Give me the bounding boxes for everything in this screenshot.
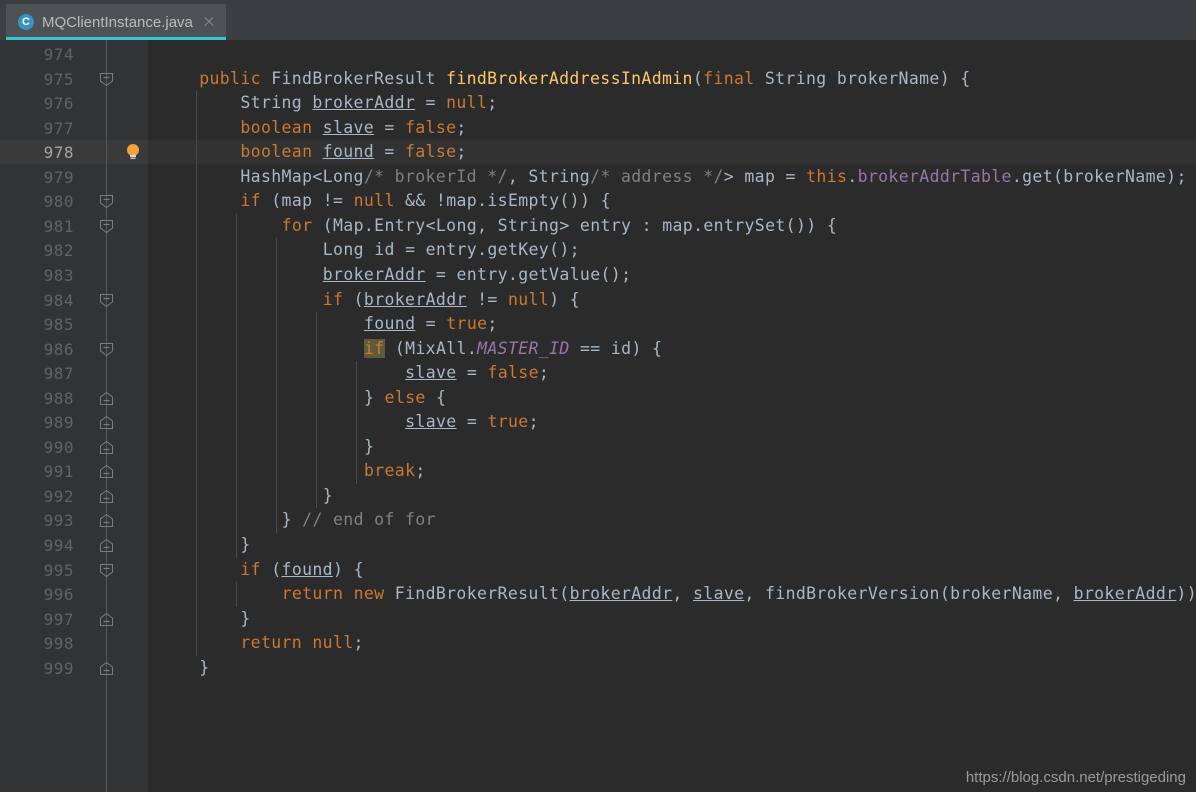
line-number[interactable]: 996 xyxy=(14,585,74,604)
code-line[interactable]: boolean found = false; xyxy=(158,142,467,161)
code-line[interactable]: public FindBrokerResult findBrokerAddres… xyxy=(158,69,971,88)
close-icon[interactable] xyxy=(202,15,216,29)
line-number[interactable]: 994 xyxy=(14,536,74,555)
fold-collapse-icon[interactable] xyxy=(99,72,114,87)
fold-collapse-icon[interactable] xyxy=(99,293,114,308)
fold-end-icon[interactable] xyxy=(99,612,114,627)
line-number[interactable]: 990 xyxy=(14,438,74,457)
fold-end-icon[interactable] xyxy=(99,538,114,553)
fold-collapse-icon[interactable] xyxy=(99,194,114,209)
java-class-icon: C xyxy=(18,14,34,30)
fold-collapse-icon[interactable] xyxy=(99,342,114,357)
code-line[interactable]: break; xyxy=(158,461,426,480)
line-number[interactable]: 975 xyxy=(14,70,74,89)
code-line[interactable]: } xyxy=(158,609,251,628)
line-number[interactable]: 981 xyxy=(14,217,74,236)
fold-end-icon[interactable] xyxy=(99,661,114,676)
fold-end-icon[interactable] xyxy=(99,391,114,406)
code-line[interactable]: } xyxy=(158,486,333,505)
code-line[interactable]: if (map != null && !map.isEmpty()) { xyxy=(158,191,611,210)
fold-end-icon[interactable] xyxy=(99,464,114,479)
line-number[interactable]: 986 xyxy=(14,340,74,359)
line-number[interactable]: 997 xyxy=(14,610,74,629)
fold-collapse-icon[interactable] xyxy=(99,563,114,578)
tab-label: MQClientInstance.java xyxy=(42,13,193,31)
code-line[interactable]: slave = true; xyxy=(158,412,539,431)
code-line[interactable]: return null; xyxy=(158,633,364,652)
code-line[interactable]: } xyxy=(158,535,251,554)
line-number[interactable]: 982 xyxy=(14,241,74,260)
line-number[interactable]: 999 xyxy=(14,659,74,678)
line-number[interactable]: 984 xyxy=(14,291,74,310)
line-number[interactable]: 980 xyxy=(14,192,74,211)
code-editor[interactable]: 974 975 976 977 978 979 980 981 982 983 984 985 986 9… xyxy=(0,40,1196,792)
tab-mqclientinstance-java[interactable]: C MQClientInstance.java xyxy=(6,4,226,40)
fold-end-icon[interactable] xyxy=(99,415,114,430)
code-line[interactable]: boolean slave = false; xyxy=(158,118,467,137)
line-number[interactable]: 976 xyxy=(14,94,74,113)
fold-collapse-icon[interactable] xyxy=(99,219,114,234)
code-line[interactable]: if (found) { xyxy=(158,560,364,579)
code-line[interactable]: } xyxy=(158,437,374,456)
line-number[interactable]: 985 xyxy=(14,315,74,334)
code-line[interactable]: } // end of for xyxy=(158,510,436,529)
code-line[interactable]: String brokerAddr = null; xyxy=(158,93,498,112)
code-line[interactable]: slave = false; xyxy=(158,363,549,382)
line-number[interactable]: 974 xyxy=(14,45,74,64)
line-number[interactable]: 989 xyxy=(14,413,74,432)
code-line[interactable]: for (Map.Entry<Long, String> entry : map… xyxy=(158,216,837,235)
line-number[interactable]: 983 xyxy=(14,266,74,285)
line-number[interactable]: 987 xyxy=(14,364,74,383)
code-line[interactable]: Long id = entry.getKey(); xyxy=(158,240,580,259)
fold-end-icon[interactable] xyxy=(99,513,114,528)
line-number[interactable]: 995 xyxy=(14,561,74,580)
code-line[interactable]: if (MixAll.MASTER_ID == id) { xyxy=(158,338,662,358)
intention-bulb-icon[interactable] xyxy=(125,143,141,161)
line-number[interactable]: 993 xyxy=(14,511,74,530)
code-line[interactable]: return new FindBrokerResult(brokerAddr, … xyxy=(158,584,1196,603)
fold-end-icon[interactable] xyxy=(99,489,114,504)
line-number[interactable]: 991 xyxy=(14,462,74,481)
line-number[interactable]: 988 xyxy=(14,389,74,408)
code-line[interactable]: } else { xyxy=(158,388,446,407)
line-number[interactable]: 978 xyxy=(14,143,74,162)
watermark: https://blog.csdn.net/prestigeding xyxy=(965,769,1186,786)
line-number[interactable]: 977 xyxy=(14,119,74,138)
code-line[interactable]: brokerAddr = entry.getValue(); xyxy=(158,265,631,284)
line-number[interactable]: 979 xyxy=(14,168,74,187)
code-line[interactable]: found = true; xyxy=(158,314,498,333)
fold-end-icon[interactable] xyxy=(99,440,114,455)
line-number[interactable]: 998 xyxy=(14,634,74,653)
code-line[interactable]: } xyxy=(158,658,209,677)
code-line[interactable]: if (brokerAddr != null) { xyxy=(158,290,580,309)
code-line[interactable]: HashMap<Long/* brokerId */, String/* add… xyxy=(158,167,1187,186)
editor-tab-bar: C MQClientInstance.java xyxy=(0,0,1196,40)
line-number[interactable]: 992 xyxy=(14,487,74,506)
